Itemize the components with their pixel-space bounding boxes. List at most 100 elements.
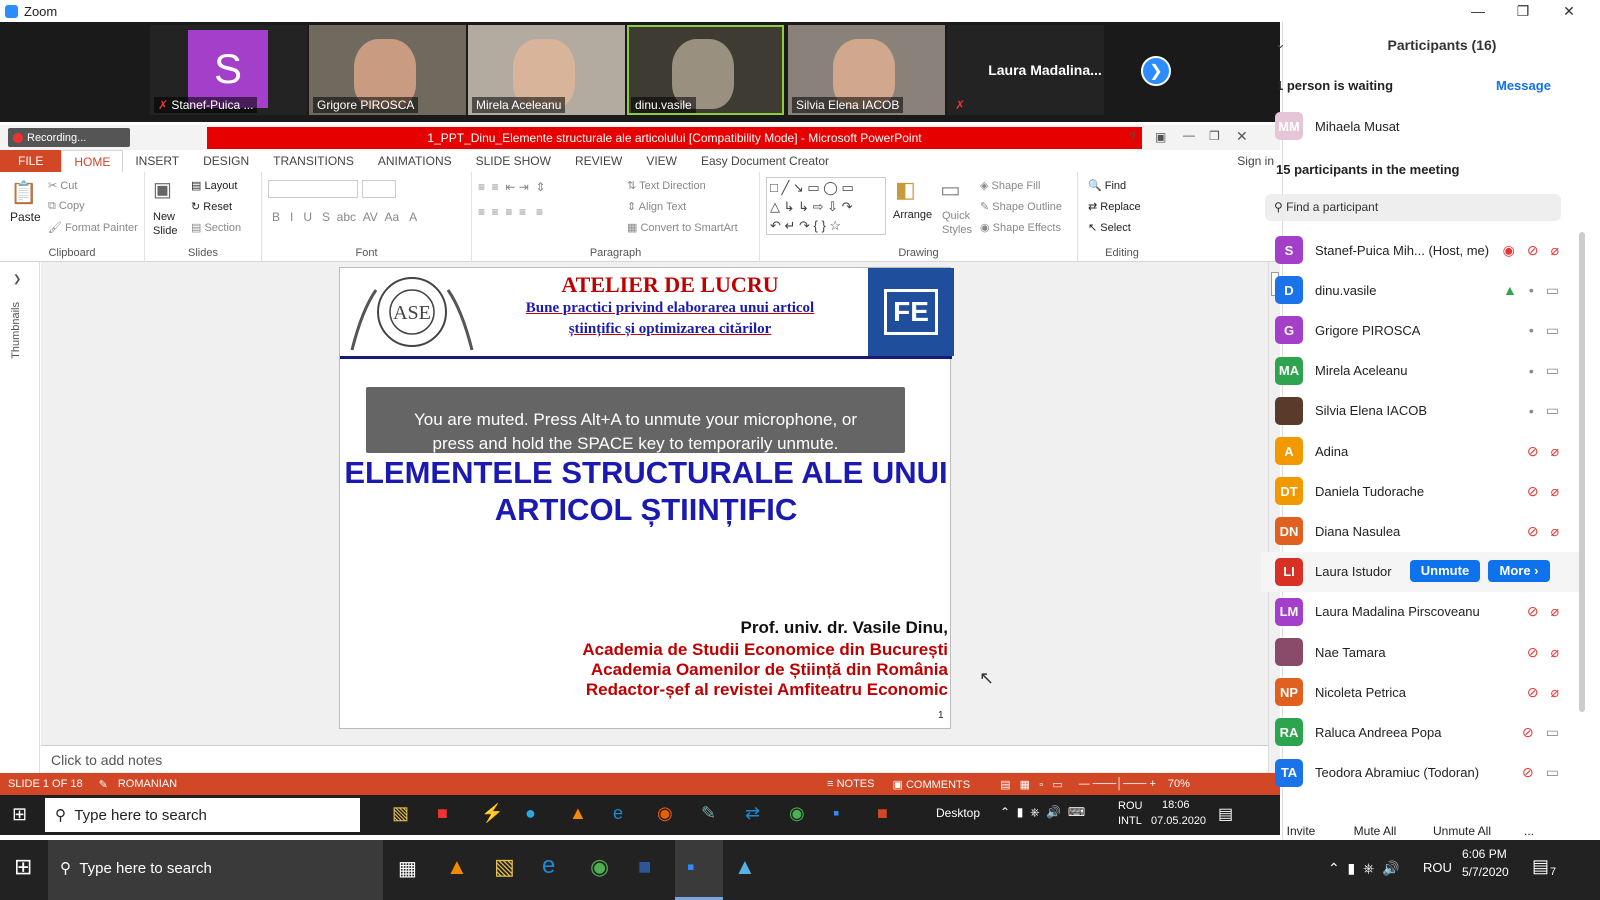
participant-row[interactable]: LM Laura Madalina Pirscoveanu ⊘ ⌀: [1261, 592, 1571, 632]
video-tile[interactable]: S ✗ Stanef-Puica ...: [150, 25, 307, 115]
acrobat-icon[interactable]: ■: [437, 803, 448, 824]
list-icons[interactable]: ≡ ≡ ⇤ ⇥ ⇕: [478, 180, 546, 194]
video-tile[interactable]: Grigore PIROSCA: [309, 25, 466, 115]
cut-button[interactable]: ✂ Cut: [48, 179, 77, 192]
section-button[interactable]: ▤ Section: [191, 221, 241, 234]
zoom-level[interactable]: 70%: [1168, 778, 1190, 790]
desktop-toolbar[interactable]: Desktop: [936, 806, 980, 820]
ie-icon[interactable]: e: [613, 803, 623, 824]
word-icon[interactable]: ■: [638, 854, 651, 880]
powerpoint-icon[interactable]: ■: [877, 803, 888, 824]
inner-lang-1[interactable]: ROU: [1118, 800, 1142, 812]
skype-icon[interactable]: ●: [525, 803, 536, 824]
clock-time[interactable]: 6:06 PM: [1462, 847, 1507, 861]
recording-indicator[interactable]: Recording...: [8, 128, 130, 147]
photos-icon[interactable]: ▲: [734, 854, 756, 880]
slide-editing-area[interactable]: ASE ATELIER DE LUCRU Bune practici privi…: [41, 262, 1268, 774]
tab-design[interactable]: DESIGN: [191, 154, 261, 168]
explorer-icon[interactable]: ▧: [494, 854, 515, 880]
inner-clock-time[interactable]: 18:06: [1162, 799, 1190, 811]
participant-row[interactable]: NP Nicoleta Petrica ⊘ ⌀: [1261, 672, 1571, 712]
more-button[interactable]: More ›: [1488, 559, 1550, 582]
tab-slide-show[interactable]: SLIDE SHOW: [464, 154, 563, 168]
shape-effects-button[interactable]: ◉ Shape Effects: [980, 221, 1061, 234]
search-box[interactable]: ⚲ Type here to search: [48, 840, 383, 900]
paste-icon[interactable]: 📋: [10, 180, 37, 206]
clock-date[interactable]: 5/7/2020: [1462, 865, 1509, 879]
vlc-icon[interactable]: ▲: [569, 803, 587, 824]
zoom-app-icon[interactable]: ▪: [833, 803, 839, 824]
notes-pane[interactable]: Click to add notes: [41, 745, 1268, 772]
thumbnails-pane[interactable]: ❯ Thumbnails: [0, 262, 40, 774]
convert-smartart-button[interactable]: ▦ Convert to SmartArt: [627, 221, 738, 234]
participant-row[interactable]: LI Laura Istudor Unmute More ›: [1261, 551, 1579, 592]
sign-in-link[interactable]: Sign in: [1225, 154, 1280, 168]
expand-thumbnails-icon[interactable]: ❯: [13, 274, 21, 285]
start-icon[interactable]: ⊞: [12, 804, 27, 825]
vlc-icon[interactable]: ▲: [446, 854, 468, 880]
align-text-button[interactable]: ⇕ Align Text: [627, 200, 686, 213]
tab-insert[interactable]: INSERT: [123, 154, 191, 168]
tool-icon[interactable]: ⚡: [481, 803, 503, 824]
tab-file[interactable]: FILE: [0, 150, 62, 172]
shape-outline-button[interactable]: ✎ Shape Outline: [980, 200, 1062, 213]
inner-notification-icon[interactable]: ▤: [1218, 804, 1233, 824]
participant-row[interactable]: S Stanef-Puica Mih... (Host, me) ◉ ⊘ ⌀: [1261, 230, 1571, 270]
replace-button[interactable]: ⇄ Replace: [1088, 200, 1141, 213]
find-button[interactable]: 🔍 Find: [1088, 179, 1126, 192]
notes-toggle[interactable]: ≡ NOTES: [827, 778, 874, 790]
ribbon-display-icon[interactable]: ▣: [1155, 130, 1166, 144]
arrange-icon[interactable]: ◧: [895, 177, 916, 203]
waiting-participant[interactable]: MM Mihaela Musat: [1261, 106, 1571, 146]
chrome-icon[interactable]: ◉: [789, 803, 805, 824]
view-buttons[interactable]: ▤ ▦ ▫ ▭: [1000, 778, 1063, 791]
font-size-select[interactable]: [362, 180, 396, 198]
select-button[interactable]: ↖ Select: [1088, 221, 1131, 234]
comments-toggle[interactable]: ▣ COMMENTS: [892, 778, 970, 791]
tab-easy-document-creator[interactable]: Easy Document Creator: [689, 154, 841, 168]
close-icon[interactable]: ✕: [1546, 0, 1592, 22]
unmute-all-button[interactable]: Unmute All: [1419, 818, 1505, 844]
shape-fill-button[interactable]: ◈ Shape Fill: [980, 179, 1040, 192]
notification-icon[interactable]: ▤: [1532, 856, 1549, 877]
arrange-button[interactable]: Arrange: [893, 209, 932, 221]
find-participant-input[interactable]: ⚲ Find a participant: [1265, 194, 1561, 221]
slide[interactable]: ASE ATELIER DE LUCRU Bune practici privi…: [339, 267, 954, 729]
ppt-close-icon[interactable]: ✕: [1236, 128, 1248, 145]
chrome-icon[interactable]: ◉: [590, 854, 609, 880]
language-indicator[interactable]: ROU: [1423, 860, 1452, 875]
participant-row[interactable]: RA Raluca Andreea Popa ⊘ ▭: [1261, 712, 1571, 752]
next-page-button[interactable]: ❯: [1141, 56, 1171, 86]
tab-home[interactable]: HOME: [61, 150, 124, 172]
participant-row[interactable]: A Adina ⊘ ⌀: [1261, 431, 1571, 471]
paste-button[interactable]: Paste: [10, 210, 41, 224]
restore-icon[interactable]: ❐: [1500, 0, 1546, 22]
mute-all-button[interactable]: Mute All: [1339, 818, 1411, 844]
help-icon[interactable]: ?: [1129, 130, 1136, 144]
zoom-slider[interactable]: — ───│─── +: [1079, 778, 1156, 790]
tab-review[interactable]: REVIEW: [563, 154, 634, 168]
task-view-icon[interactable]: ▦: [398, 856, 417, 881]
participant-row[interactable]: DT Daniela Tudorache ⊘ ⌀: [1261, 471, 1571, 511]
edge-icon[interactable]: e: [542, 852, 555, 880]
language-indicator[interactable]: ROMANIAN: [118, 778, 177, 790]
video-tile[interactable]: Silvia Elena IACOB: [788, 25, 945, 115]
video-tile-active[interactable]: dinu.vasile: [627, 25, 784, 115]
firefox-icon[interactable]: ◉: [657, 803, 673, 824]
explorer-icon[interactable]: ▧: [392, 803, 409, 824]
layout-button[interactable]: ▤ Layout: [191, 179, 237, 192]
quick-styles-icon[interactable]: ▭: [940, 177, 961, 203]
spell-check-icon[interactable]: ✎: [99, 778, 108, 791]
shapes-gallery[interactable]: □ ╱ ↘ ▭ ◯ ▭ △ ↳ ↳ ⇨ ⇩ ↷ ↶ ↵ ↷ { } ☆: [766, 177, 886, 235]
minimize-icon[interactable]: —: [1455, 0, 1501, 22]
video-tile[interactable]: Mirela Aceleanu: [468, 25, 625, 115]
pen-icon[interactable]: ✎: [701, 803, 716, 824]
ppt-minimize-icon[interactable]: —: [1183, 128, 1195, 142]
reset-button[interactable]: ↻ Reset: [191, 200, 232, 213]
participant-row[interactable]: Silvia Elena IACOB • ▭: [1261, 391, 1571, 431]
participant-row[interactable]: MA Mirela Aceleanu • ▭: [1261, 351, 1571, 391]
copy-button[interactable]: ⧉ Copy: [48, 200, 85, 213]
inner-search-box[interactable]: ⚲ Type here to search: [45, 798, 360, 832]
bold-italic-underline-icons[interactable]: B I U S abc AV Aa A: [272, 210, 417, 224]
inner-clock-date[interactable]: 07.05.2020: [1151, 815, 1206, 827]
